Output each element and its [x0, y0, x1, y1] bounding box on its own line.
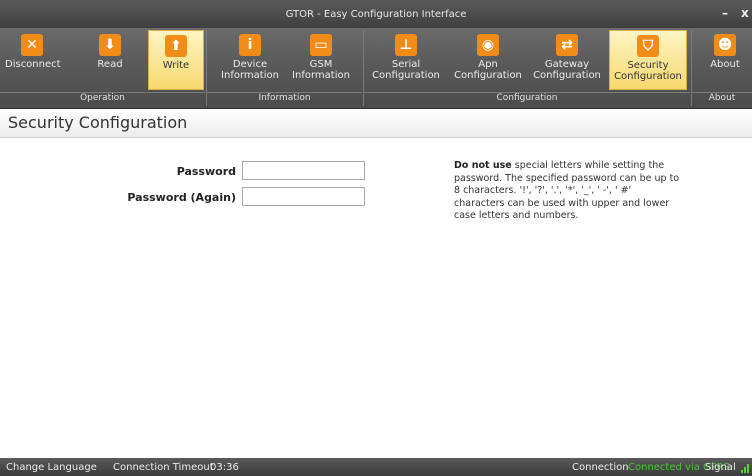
info-icon: i — [239, 34, 261, 56]
password-again-input[interactable] — [242, 187, 365, 206]
write-label: Write — [162, 60, 190, 71]
about-label: About — [710, 59, 740, 70]
cloud-upload-icon: ⬆ — [165, 35, 187, 57]
sim-card-icon: ▭ — [310, 34, 332, 56]
ribbon-group-configuration: ⊥ Serial Configuration ◉ Apn Configurati… — [364, 28, 690, 108]
password-again-label: Password (Again) — [127, 191, 236, 204]
page-title: Security Configuration — [8, 113, 188, 132]
ribbon-toolbar: ✕ Disconnect ⬇ Read ⬆ Write Operation i … — [0, 28, 752, 109]
signal-strength-icon — [741, 463, 751, 473]
serial-configuration-label-1: Serial — [391, 59, 421, 70]
gateway-configuration-button[interactable]: ⇄ Gateway Configuration — [529, 30, 605, 90]
device-information-label-2: Information — [221, 70, 279, 81]
disconnect-button[interactable]: ✕ Disconnect — [3, 30, 61, 90]
note-bold-text: Do not use — [454, 160, 512, 171]
shield-icon: ⛉ — [637, 35, 659, 57]
group-label-about: About — [692, 92, 752, 109]
signal-label: Signal — [705, 462, 736, 473]
gateway-configuration-label-2: Configuration — [533, 70, 601, 81]
group-label-operation: Operation — [0, 92, 205, 109]
group-label-configuration: Configuration — [364, 92, 690, 109]
group-label-information: Information — [207, 92, 362, 109]
connection-timeout-value: 03:36 — [210, 462, 239, 473]
globe-icon: ◉ — [477, 34, 499, 56]
security-configuration-label-2: Configuration — [614, 71, 682, 82]
ribbon-group-about: ☻ About About — [692, 28, 752, 108]
page-header: Security Configuration — [0, 109, 752, 138]
apn-configuration-label-1: Apn — [478, 59, 498, 70]
window-title: GTOR - Easy Configuration Interface — [285, 9, 467, 20]
gateway-icon: ⇄ — [556, 34, 578, 56]
read-button[interactable]: ⬇ Read — [90, 30, 130, 90]
gsm-information-label-1: GSM — [309, 59, 333, 70]
read-label: Read — [97, 59, 123, 70]
device-information-button[interactable]: i Device Information — [218, 30, 282, 90]
connection-label: Connection — [572, 462, 629, 473]
minimize-button[interactable]: – — [722, 6, 728, 20]
close-window-button[interactable]: x — [741, 6, 749, 20]
close-icon: ✕ — [21, 34, 43, 56]
password-rules-note: Do not use special letters while setting… — [454, 160, 680, 223]
gateway-configuration-label-1: Gateway — [544, 59, 590, 70]
serial-configuration-label-2: Configuration — [372, 70, 440, 81]
change-language-link[interactable]: Change Language — [6, 462, 97, 473]
write-button[interactable]: ⬆ Write — [148, 30, 204, 90]
people-icon: ☻ — [714, 34, 736, 56]
device-information-label-1: Device — [232, 59, 268, 70]
security-configuration-label-1: Security — [627, 60, 669, 71]
connection-timeout-label: Connection Timeout — [113, 462, 214, 473]
ribbon-group-operation: ✕ Disconnect ⬇ Read ⬆ Write Operation — [0, 28, 205, 108]
ribbon-group-information: i Device Information ▭ GSM Information I… — [207, 28, 362, 108]
cloud-download-icon: ⬇ — [99, 34, 121, 56]
apn-configuration-button[interactable]: ◉ Apn Configuration — [450, 30, 526, 90]
serial-configuration-button[interactable]: ⊥ Serial Configuration — [368, 30, 444, 90]
disconnect-label: Disconnect — [5, 59, 61, 70]
gsm-information-button[interactable]: ▭ GSM Information — [286, 30, 356, 90]
status-bar: Change Language Connection Timeout 03:36… — [0, 458, 752, 476]
gsm-information-label-2: Information — [292, 70, 350, 81]
apn-configuration-label-2: Configuration — [454, 70, 522, 81]
security-configuration-button[interactable]: ⛉ Security Configuration — [609, 30, 687, 90]
password-input[interactable] — [242, 161, 365, 180]
title-bar: GTOR - Easy Configuration Interface – x — [0, 0, 752, 28]
about-button[interactable]: ☻ About — [702, 30, 748, 90]
password-label: Password — [176, 165, 236, 178]
network-icon: ⊥ — [395, 34, 417, 56]
